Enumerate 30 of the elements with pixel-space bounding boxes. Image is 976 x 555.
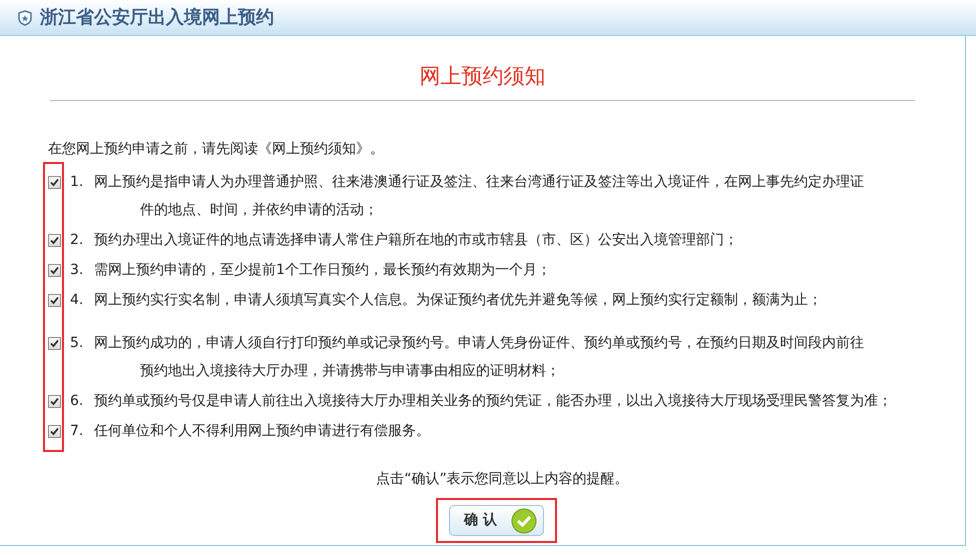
item-text: 件的地点、时间，并依约申请的活动； <box>140 200 378 220</box>
item-text: 需网上预约申请的，至少提前1个工作日预约，最长预约有效期为一个月； <box>94 260 551 280</box>
item-text: 网上预约实行实名制，申请人须填写真实个人信息。为保证预约者优先并避免等候，网上预约实行定额制，额满为止； <box>94 290 822 310</box>
check-icon <box>510 508 537 534</box>
checkbox[interactable] <box>48 234 61 246</box>
checkbox[interactable] <box>48 394 61 408</box>
item-text: 预约办理出入境证件的地点请选择申请人常住户籍所在地的市或市辖县（市、区）公安出入境管理部门； <box>94 230 738 250</box>
item-number: 2. <box>70 230 84 250</box>
item-text: 网上预约是指申请人为办理普通护照、往来港澳通行证及签注、往来台湾通行证及签注等出入境证件，在网上事先约定办理证 <box>94 172 864 192</box>
item-number: 1. <box>70 172 84 192</box>
checkbox[interactable] <box>48 424 61 438</box>
item-number: 6. <box>70 392 84 410</box>
item-number: 5. <box>70 334 84 352</box>
item-text: 网上预约成功的，申请人须自行打印预约单或记录预约号。申请人凭身份证件、预约单或预约号，在预约日期及时间段内前往 <box>94 334 864 352</box>
notice-title: 网上预约须知 <box>420 63 546 90</box>
intro-text: 在您网上预约申请之前，请先阅读《网上预约须知》。 <box>48 140 385 159</box>
item-number: 7. <box>70 422 84 440</box>
item-text: 预约地出入境接待大厅办理，并请携带与申请事由相应的证明材料； <box>140 362 560 380</box>
checkbox[interactable] <box>48 336 61 350</box>
item-number: 3. <box>70 260 84 280</box>
item-text: 任何单位和个人不得利用网上预约申请进行有偿服务。 <box>94 422 430 440</box>
confirm-button[interactable]: 确 认 <box>449 505 544 536</box>
shield-icon <box>18 10 32 26</box>
checkbox[interactable] <box>48 176 61 188</box>
item-text: 预约单或预约号仅是申请人前往出入境接待大厅办理相关业务的预约凭证，能否办理，以出入境接待大厅现场受理民警答复为准； <box>94 392 892 410</box>
confirm-hint: 点击“确认”表示您同意以上内容的提醒。 <box>376 470 629 489</box>
header-title: 浙江省公安厅出入境网上预约 <box>40 6 274 30</box>
checkbox[interactable] <box>48 264 61 276</box>
item-number: 4. <box>70 290 84 310</box>
checkbox[interactable] <box>48 294 61 306</box>
